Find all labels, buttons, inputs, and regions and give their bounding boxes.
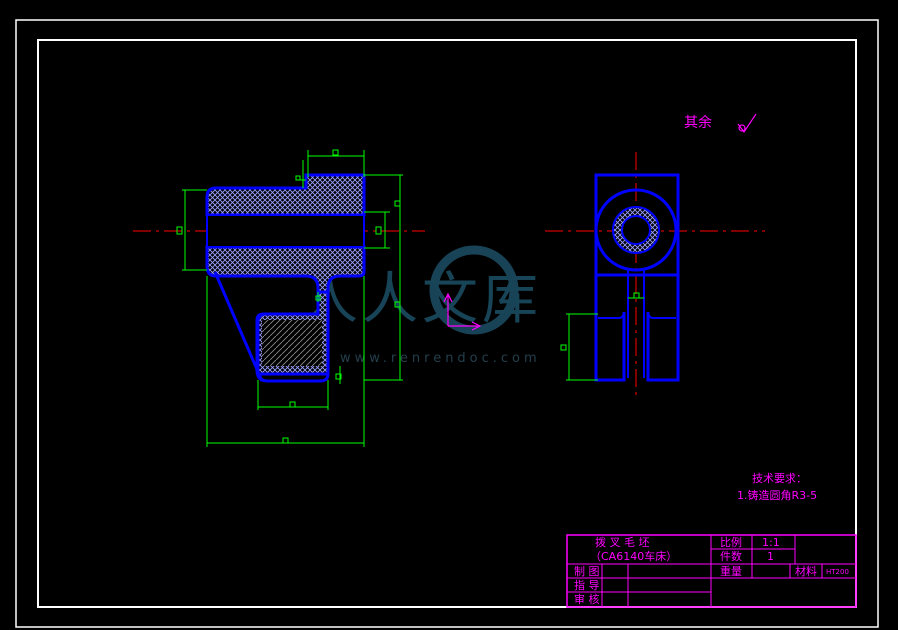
fork-block — [262, 320, 322, 366]
side-fork-right — [646, 275, 680, 382]
side-fork-left — [594, 275, 626, 382]
review-label: 审 核 — [574, 592, 600, 606]
material-value: HT200 — [826, 568, 849, 576]
dimensions-right — [560, 292, 644, 381]
material-label: 材料 — [795, 564, 817, 578]
part-name: 拨 叉 毛 坯 — [595, 535, 650, 549]
weight-label: 重量 — [720, 564, 742, 578]
scale-value: 1:1 — [762, 536, 780, 549]
qty-value: 1 — [767, 550, 774, 563]
tech-req-title: 技术要求： — [752, 472, 807, 485]
draw-label: 制 图 — [574, 565, 600, 578]
side-fork-inner — [598, 311, 676, 319]
guide-label: 指 导 — [574, 578, 600, 592]
rib-line — [213, 271, 264, 382]
tech-req-item: 1.铸造圆角R3-5 — [737, 488, 817, 502]
qty-label: 件数 — [720, 550, 742, 563]
roughness-symbol-icon — [737, 113, 757, 134]
scale-label: 比例 — [720, 535, 742, 549]
surface-note: 其余 — [684, 114, 712, 131]
machine-name: （CA6140车床） — [590, 549, 677, 563]
cad-drawing: 人人文库 www.renrendoc.com 其余 技术要求： 1.铸造圆角R3… — [15, 19, 879, 628]
hub-upper-wall — [205, 173, 366, 217]
watermark-url: www.renrendoc.com — [340, 351, 541, 366]
hub-bore — [621, 215, 651, 245]
side-view — [545, 152, 765, 400]
bore — [206, 214, 365, 248]
